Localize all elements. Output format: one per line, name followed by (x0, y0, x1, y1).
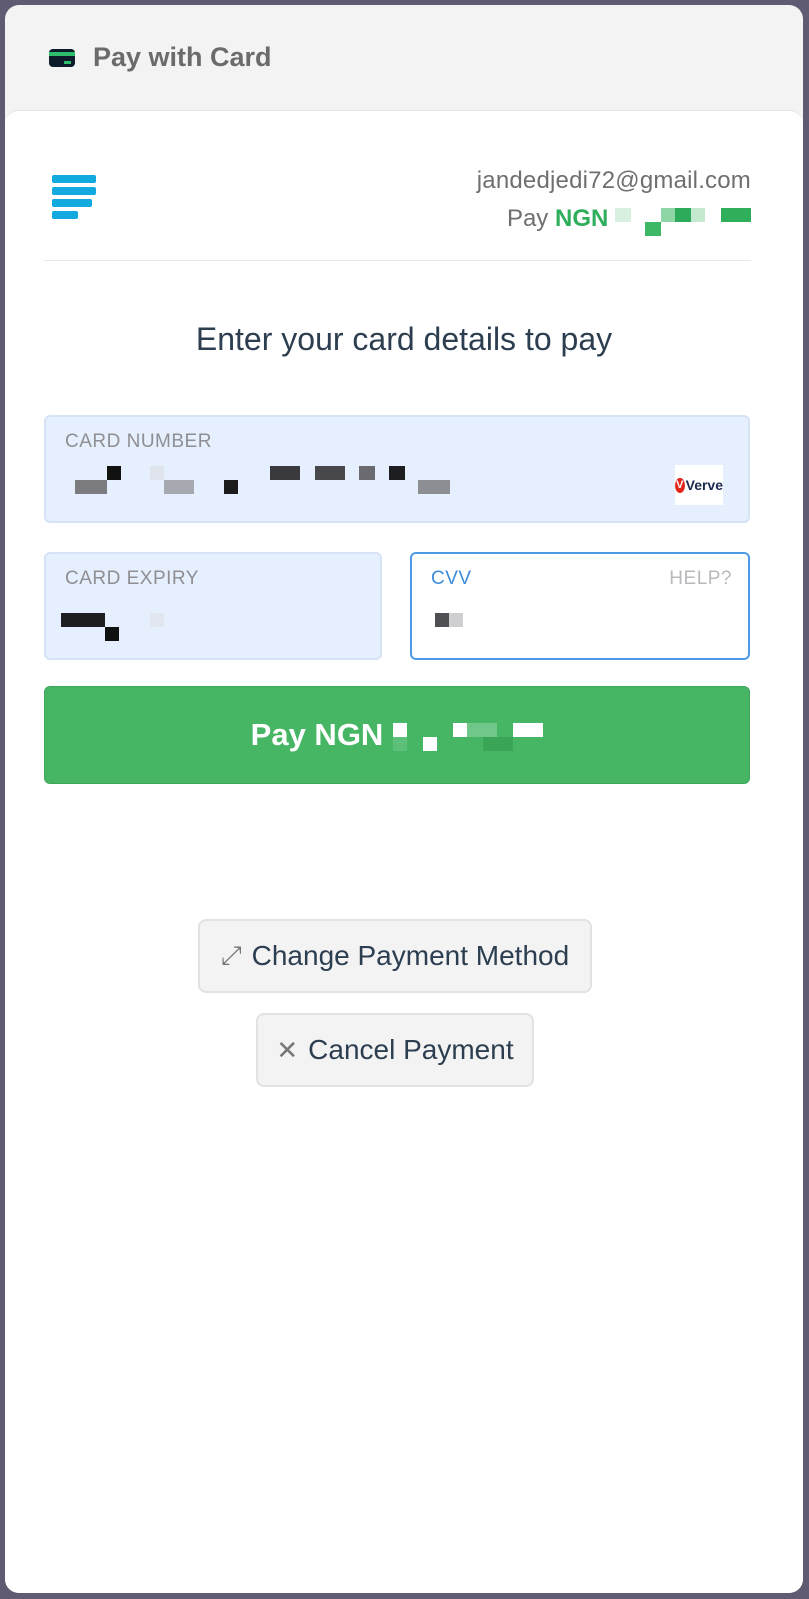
topbar-title: Pay with Card (93, 42, 272, 72)
cvv-label: CVV (431, 568, 472, 589)
card-number-field[interactable]: CARD NUMBER V Verve (44, 415, 750, 523)
cancel-payment-label: Cancel Payment (308, 1034, 514, 1065)
checkout-panel: jandedjedi72@gmail.com Pay NGN Enter you… (5, 110, 803, 1593)
card-expiry-label: CARD EXPIRY (65, 568, 199, 589)
card-number-label: CARD NUMBER (65, 431, 212, 452)
topbar: Pay with Card (5, 5, 803, 110)
cvv-field[interactable]: CVV HELP? (410, 552, 750, 660)
page-heading: Enter your card details to pay (195, 321, 613, 357)
checkout-header: jandedjedi72@gmail.com Pay NGN (44, 161, 751, 261)
verve-card-logo: V Verve (675, 465, 723, 505)
pay-button-amount (393, 717, 544, 753)
pay-amount-line: Pay NGN (506, 205, 751, 236)
customer-email: jandedjedi72@gmail.com (476, 167, 751, 194)
cancel-payment-button[interactable]: ✕ Cancel Payment (256, 1013, 534, 1087)
swap-arrows-icon: ⤢ (220, 940, 242, 970)
change-payment-method-button[interactable]: ⤢ Change Payment Method (198, 919, 592, 993)
cvv-value[interactable] (427, 601, 487, 635)
pay-prefix: Pay (506, 205, 549, 232)
card-number-value[interactable] (61, 464, 461, 498)
paystack-logo (52, 175, 96, 221)
change-payment-method-label: Change Payment Method (251, 940, 570, 971)
pay-button-label: Pay NGN (250, 717, 384, 752)
pay-button[interactable]: Pay NGN (44, 686, 750, 784)
close-icon: ✕ (276, 1034, 299, 1065)
payment-modal: Pay with Card jandedjedi72@gmail.com Pay… (5, 5, 803, 1593)
card-expiry-field[interactable]: CARD EXPIRY (44, 552, 382, 660)
currency-code: NGN (554, 205, 609, 232)
card-brand: Verve (685, 477, 723, 493)
credit-card-icon (49, 48, 75, 67)
card-expiry-value[interactable] (61, 601, 181, 641)
redacted-amount (615, 206, 751, 236)
cvv-help-link[interactable]: HELP? (669, 568, 732, 590)
